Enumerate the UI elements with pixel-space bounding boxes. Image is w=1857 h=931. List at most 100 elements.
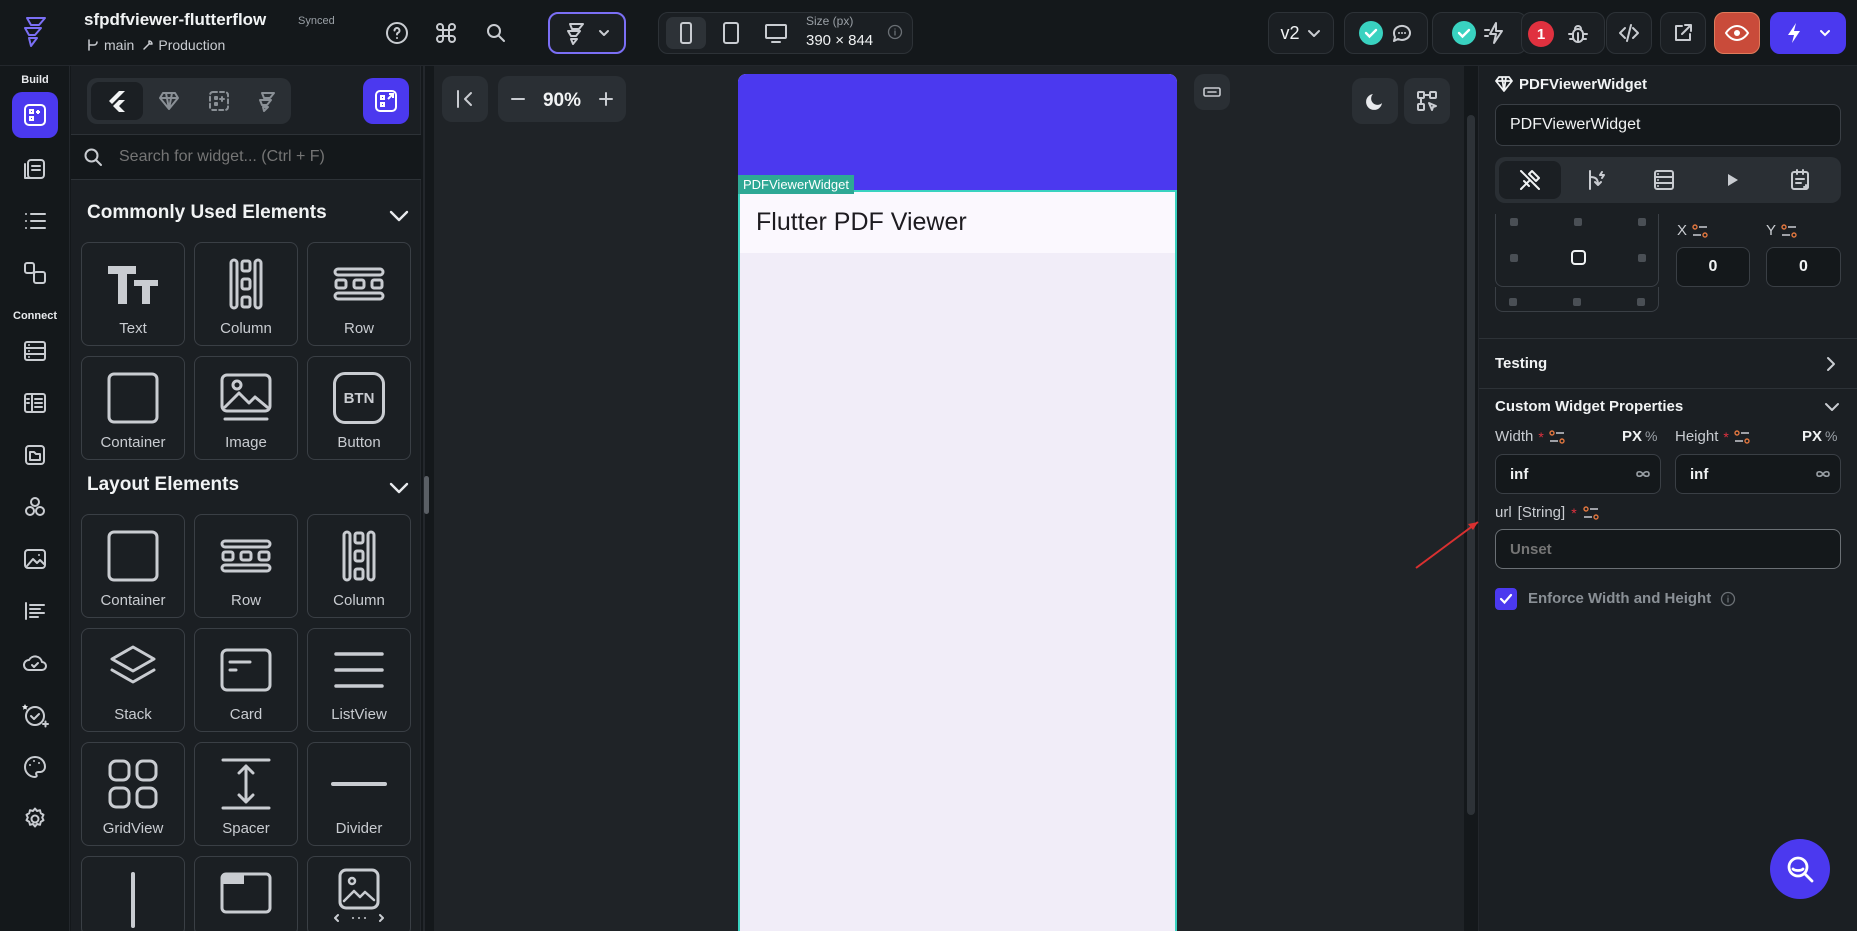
align-top-right[interactable] [1638,218,1646,226]
testing-section-header[interactable]: Testing [1479,339,1857,389]
rail-data-types[interactable] [12,380,58,426]
widget-tile-text[interactable]: Text [81,242,185,346]
flutterflow-menu-button[interactable] [548,12,626,54]
height-unit-px[interactable]: PX [1802,428,1822,445]
widget-tile-vertical-divider[interactable] [81,856,185,931]
x-offset-input[interactable]: 0 [1676,247,1750,287]
rail-components[interactable] [12,250,58,296]
variable-icon[interactable] [1582,505,1599,520]
chevron-down-icon[interactable] [387,204,411,228]
project-title[interactable]: sfpdfviewer-flutterflow [84,10,266,30]
widget-tile-stack[interactable]: Stack [81,628,185,732]
info-icon[interactable] [1720,591,1736,607]
phone-device-button[interactable] [666,17,706,49]
info-icon[interactable] [887,24,903,40]
open-widget-window-button[interactable] [363,78,409,124]
tab-flutter-widgets[interactable] [91,82,143,120]
variable-icon[interactable] [1549,429,1565,444]
preview-button[interactable] [1714,12,1760,54]
widget-tile-column[interactable]: Column [194,242,298,346]
align-center-selected[interactable] [1571,250,1586,265]
widget-tile-gridview[interactable]: GridView [81,742,185,846]
rail-firestore[interactable] [12,328,58,374]
tab-custom-widgets[interactable] [195,82,243,120]
url-input[interactable] [1495,529,1841,569]
chevron-down-icon[interactable] [387,476,411,500]
help-search-fab[interactable] [1770,839,1830,899]
rail-pages[interactable] [12,146,58,192]
search-icon[interactable] [477,14,515,52]
rail-integrations[interactable] [12,484,58,530]
version-selector[interactable]: v2 [1268,12,1334,54]
alignment-grid[interactable] [1495,214,1659,287]
height-input[interactable]: inf [1675,454,1841,494]
flutterflow-logo-icon[interactable] [18,14,54,50]
debug-errors-button[interactable]: 1 [1521,12,1605,54]
align-top-center[interactable] [1574,218,1582,226]
width-input[interactable]: inf [1495,454,1661,494]
collapse-panel-button[interactable] [442,76,488,122]
panel-scrollbar-thumb[interactable] [424,476,429,514]
rail-settings[interactable] [12,796,58,842]
widget-tile-carousel[interactable] [307,856,411,931]
widget-tile-column[interactable]: Column [307,514,411,618]
plus-icon[interactable] [596,89,616,109]
rail-cloud-functions[interactable] [12,640,58,686]
tab-properties[interactable] [1499,161,1561,199]
rail-tests[interactable] [12,692,58,738]
rail-media-assets[interactable] [12,536,58,582]
tab-backend-query[interactable] [1633,161,1695,199]
help-icon[interactable] [378,14,416,52]
command-icon[interactable] [427,14,465,52]
tablet-device-button[interactable] [711,17,751,49]
code-view-button[interactable] [1606,12,1652,54]
align-center-left[interactable] [1510,254,1518,262]
widget-search-input[interactable] [119,142,409,172]
variable-icon[interactable] [1692,223,1708,238]
width-unit-percent[interactable]: % [1645,428,1657,444]
widget-tile-row[interactable]: Row [194,514,298,618]
tab-actions[interactable] [1565,161,1627,199]
enforce-size-checkbox[interactable] [1495,588,1517,610]
tab-premium[interactable] [145,82,193,120]
tab-animations[interactable] [1701,161,1763,199]
comments-status-button[interactable] [1344,12,1428,54]
rail-custom-code[interactable] [12,588,58,634]
y-offset-input[interactable]: 0 [1766,247,1841,287]
size-value[interactable]: 390 × 844 [806,32,873,49]
widget-tile-row[interactable]: Row [307,242,411,346]
rail-widget-tree[interactable] [12,198,58,244]
align-center-right[interactable] [1638,254,1646,262]
open-external-button[interactable] [1660,12,1706,54]
dark-mode-button[interactable] [1352,78,1398,124]
align-top-left[interactable] [1510,218,1518,226]
widget-tile-button[interactable]: BTN Button [307,356,411,460]
variable-icon[interactable] [1734,429,1750,444]
rail-widget-palette[interactable] [12,92,58,138]
variable-icon[interactable] [1781,223,1797,238]
infinity-icon[interactable] [1634,467,1652,481]
widget-tile-image[interactable]: Image [194,356,298,460]
widget-tile-container[interactable]: Container [81,356,185,460]
widget-tile-divider[interactable]: Divider [307,742,411,846]
rail-theme[interactable] [12,744,58,790]
desktop-device-button[interactable] [756,17,796,49]
rail-app-state[interactable] [12,432,58,478]
height-unit-percent[interactable]: % [1825,428,1837,444]
pdf-viewer-widget[interactable]: Flutter PDF Viewer [738,190,1177,931]
widget-tile-listview[interactable]: ListView [307,628,411,732]
widget-tile-card[interactable]: Card [194,628,298,732]
run-button[interactable] [1770,12,1846,54]
chevron-down-icon[interactable] [1823,399,1841,415]
tab-notes[interactable] [1769,161,1831,199]
branch-indicator[interactable]: main Production [86,37,225,53]
tab-library[interactable] [243,82,291,120]
widget-tile-spacer[interactable]: Spacer [194,742,298,846]
widget-search-bar[interactable] [71,134,421,180]
widget-tile-container[interactable]: Container [81,514,185,618]
widget-tile-tabbar[interactable] [194,856,298,931]
widget-name-input[interactable]: PDFViewerWidget [1495,104,1841,146]
width-unit-px[interactable]: PX [1622,428,1642,445]
keyboard-toggle-button[interactable] [1194,74,1230,110]
infinity-icon[interactable] [1814,467,1832,481]
